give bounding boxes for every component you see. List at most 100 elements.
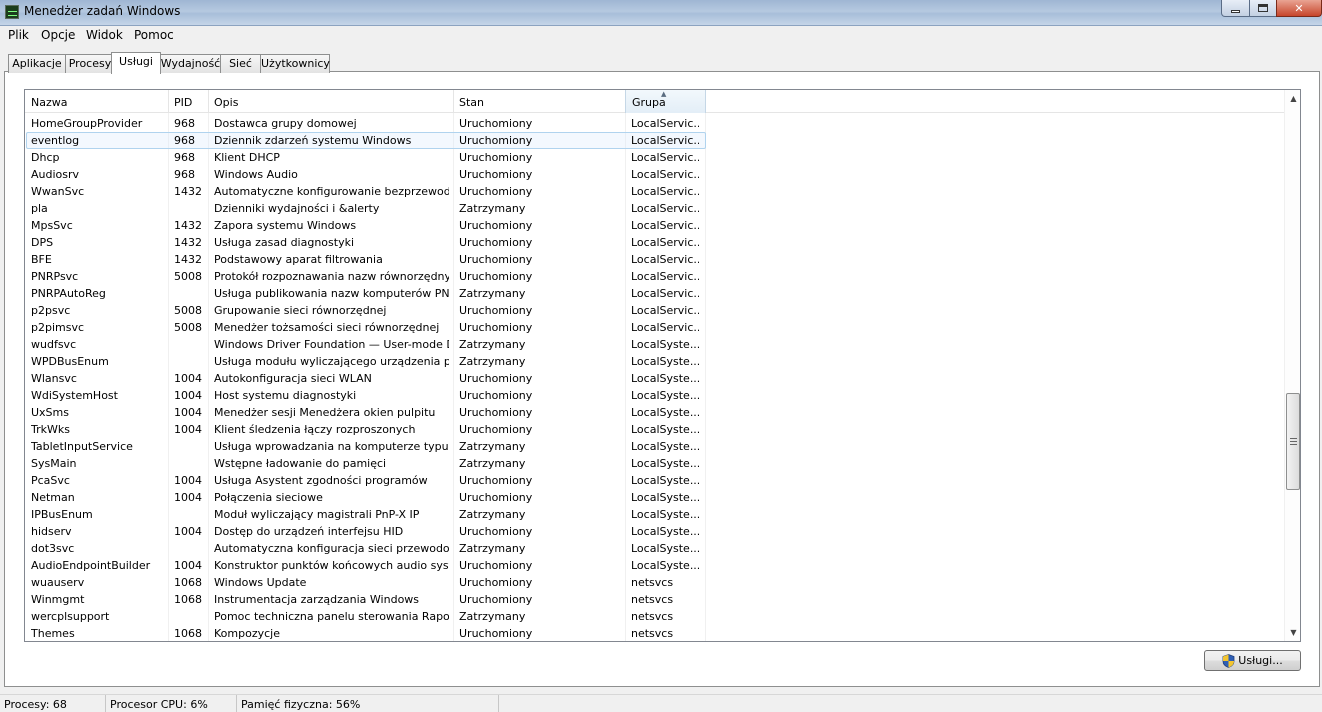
maximize-button[interactable] (1249, 0, 1277, 17)
service-pid: 968 (174, 134, 195, 147)
table-row[interactable]: Wlansvc 1004 Autokonfiguracja sieci WLAN Ur… (25, 370, 1284, 387)
service-group: LocalServic... (631, 134, 699, 147)
service-status: Zatrzymany (459, 338, 526, 351)
service-pid: 1004 (174, 474, 202, 487)
services-list[interactable]: Nazwa PID Opis Stan Grupa ▲ HomeGroupPro… (24, 89, 1301, 642)
service-description: Usługa wprowadzania na komputerze typu T… (214, 440, 449, 453)
tab-applications[interactable]: Aplikacje (8, 54, 66, 73)
table-row[interactable]: HomeGroupProvider 968 Dostawca grupy domow… (25, 115, 1284, 132)
service-name: HomeGroupProvider (31, 117, 143, 130)
service-name: Dhcp (31, 151, 60, 164)
service-status: Uruchomiony (459, 423, 533, 436)
table-row[interactable]: PNRPAutoReg Usługa publikowania nazw komp… (25, 285, 1284, 302)
service-description: Zapora systemu Windows (214, 219, 357, 232)
column-header-group[interactable]: Grupa ▲ (625, 90, 706, 113)
table-row[interactable]: p2pimsvc 5008 Menedżer tożsamości sieci ró… (25, 319, 1284, 336)
table-row[interactable]: wudfsvc Windows Driver Foundation — User-… (25, 336, 1284, 353)
service-name: WdiSystemHost (31, 389, 118, 402)
service-group: LocalServic... (631, 168, 699, 181)
column-header-pid[interactable]: PID (168, 90, 209, 113)
vertical-scrollbar[interactable]: ▲ ▼ (1284, 90, 1300, 641)
table-row[interactable]: IPBusEnum Moduł wyliczający magistrali Pn… (25, 506, 1284, 523)
table-row[interactable]: MpsSvc 1432 Zapora systemu Windows Uruchomi… (25, 217, 1284, 234)
service-description: Instrumentacja zarządzania Windows (214, 593, 420, 606)
task-manager-icon (5, 5, 19, 19)
table-row[interactable]: Dhcp 968 Klient DHCP Uruchomiony LocalServic… (25, 149, 1284, 166)
tab-performance[interactable]: Wydajność (159, 54, 222, 73)
service-name: AudioEndpointBuilder (31, 559, 151, 572)
table-row[interactable]: PcaSvc 1004 Usługa Asystent zgodności prog… (25, 472, 1284, 489)
service-name: TabletInputService (31, 440, 133, 453)
service-pid: 1068 (174, 593, 202, 606)
table-row[interactable]: Themes 1068 Kompozycje Uruchomiony netsvcs (25, 625, 1284, 641)
service-group: netsvcs (631, 610, 674, 623)
service-group: LocalSyste... (631, 423, 699, 436)
service-description: Autokonfiguracja sieci WLAN (214, 372, 372, 385)
table-row[interactable]: pla Dzienniki wydajności i &alerty Zatrzym… (25, 200, 1284, 217)
table-row[interactable]: hidserv 1004 Dostęp do urządzeń interfejsu… (25, 523, 1284, 540)
table-row[interactable]: WPDBusEnum Usługa modułu wyliczającego ur… (25, 353, 1284, 370)
service-status: Uruchomiony (459, 406, 533, 419)
service-status: Uruchomiony (459, 474, 533, 487)
table-row[interactable]: WwanSvc 1432 Automatyczne konfigurowanie b… (25, 183, 1284, 200)
menu-help[interactable]: Pomoc (134, 26, 174, 45)
column-header-name[interactable]: Nazwa (25, 90, 169, 113)
table-row[interactable]: Netman 1004 Połączenia sieciowe Uruchomiony… (25, 489, 1284, 506)
service-name: pla (31, 202, 48, 215)
scroll-thumb[interactable] (1286, 393, 1300, 490)
table-row[interactable]: DPS 1432 Usługa zasad diagnostyki Uruchomio… (25, 234, 1284, 251)
table-row[interactable]: BFE 1432 Podstawowy aparat filtrowania Uruc… (25, 251, 1284, 268)
column-header-status[interactable]: Stan (453, 90, 626, 113)
table-row[interactable]: wercplsupport Pomoc techniczna panelu ste… (25, 608, 1284, 625)
service-name: TrkWks (31, 423, 70, 436)
service-pid: 1432 (174, 185, 202, 198)
column-header-description[interactable]: Opis (208, 90, 454, 113)
table-row[interactable]: Winmgmt 1068 Instrumentacja zarządzania Wi… (25, 591, 1284, 608)
service-group: LocalSyste... (631, 508, 699, 521)
tab-services[interactable]: Usługi (111, 52, 161, 74)
menu-file[interactable]: Plik (8, 26, 29, 45)
services-button[interactable]: Usługi... (1204, 650, 1301, 671)
service-group: LocalSyste... (631, 559, 699, 572)
service-group: LocalSyste... (631, 542, 699, 555)
minimize-button[interactable] (1221, 0, 1250, 17)
service-description: Usługa modułu wyliczającego urządzenia p… (214, 355, 449, 368)
uac-shield-icon (1222, 653, 1235, 668)
scroll-down-arrow-icon[interactable]: ▼ (1285, 624, 1300, 641)
service-name: hidserv (31, 525, 72, 538)
service-group: netsvcs (631, 593, 674, 606)
service-description: Windows Update (214, 576, 307, 589)
table-row[interactable]: TrkWks 1004 Klient śledzenia łączy rozpros… (25, 421, 1284, 438)
table-row[interactable]: eventlog 968 Dziennik zdarzeń systemu Wind… (25, 132, 1284, 149)
tab-processes[interactable]: Procesy (65, 54, 115, 73)
table-row[interactable]: wuauserv 1068 Windows Update Uruchomiony net… (25, 574, 1284, 591)
table-row[interactable]: dot3svc Automatyczna konfiguracja sieci p… (25, 540, 1284, 557)
title-bar[interactable]: Menedżer zadań Windows ✕ (0, 0, 1322, 26)
service-status: Uruchomiony (459, 627, 533, 640)
service-status: Uruchomiony (459, 117, 533, 130)
table-row[interactable]: PNRPsvc 5008 Protokół rozpoznawania nazw r… (25, 268, 1284, 285)
service-description: Moduł wyliczający magistrali PnP-X IP (214, 508, 420, 521)
scroll-up-arrow-icon[interactable]: ▲ (1285, 90, 1300, 107)
service-pid: 5008 (174, 304, 202, 317)
service-description: Protokół rozpoznawania nazw równorzędnyc… (214, 270, 449, 283)
menu-options[interactable]: Opcje (41, 26, 75, 45)
service-group: LocalSyste... (631, 457, 699, 470)
service-pid: 1004 (174, 389, 202, 402)
table-row[interactable]: p2psvc 5008 Grupowanie sieci równorzędnej U… (25, 302, 1284, 319)
tab-network[interactable]: Sieć (220, 54, 261, 73)
table-row[interactable]: SysMain Wstępne ładowanie do pamięci Zatrz… (25, 455, 1284, 472)
table-row[interactable]: AudioEndpointBuilder 1004 Konstruktor punk… (25, 557, 1284, 574)
table-row[interactable]: WdiSystemHost 1004 Host systemu diagnostyk… (25, 387, 1284, 404)
menu-view[interactable]: Widok (86, 26, 123, 45)
table-row[interactable]: TabletInputService Usługa wprowadzania na… (25, 438, 1284, 455)
tab-users[interactable]: Użytkownicy (260, 54, 330, 73)
service-description: Wstępne ładowanie do pamięci (214, 457, 387, 470)
service-name: Audiosrv (31, 168, 80, 181)
service-name: SysMain (31, 457, 77, 470)
service-status: Zatrzymany (459, 610, 526, 623)
service-description: Podstawowy aparat filtrowania (214, 253, 383, 266)
table-row[interactable]: UxSms 1004 Menedżer sesji Menedżera okien … (25, 404, 1284, 421)
table-row[interactable]: Audiosrv 968 Windows Audio Uruchomiony Local… (25, 166, 1284, 183)
close-button[interactable]: ✕ (1276, 0, 1322, 17)
